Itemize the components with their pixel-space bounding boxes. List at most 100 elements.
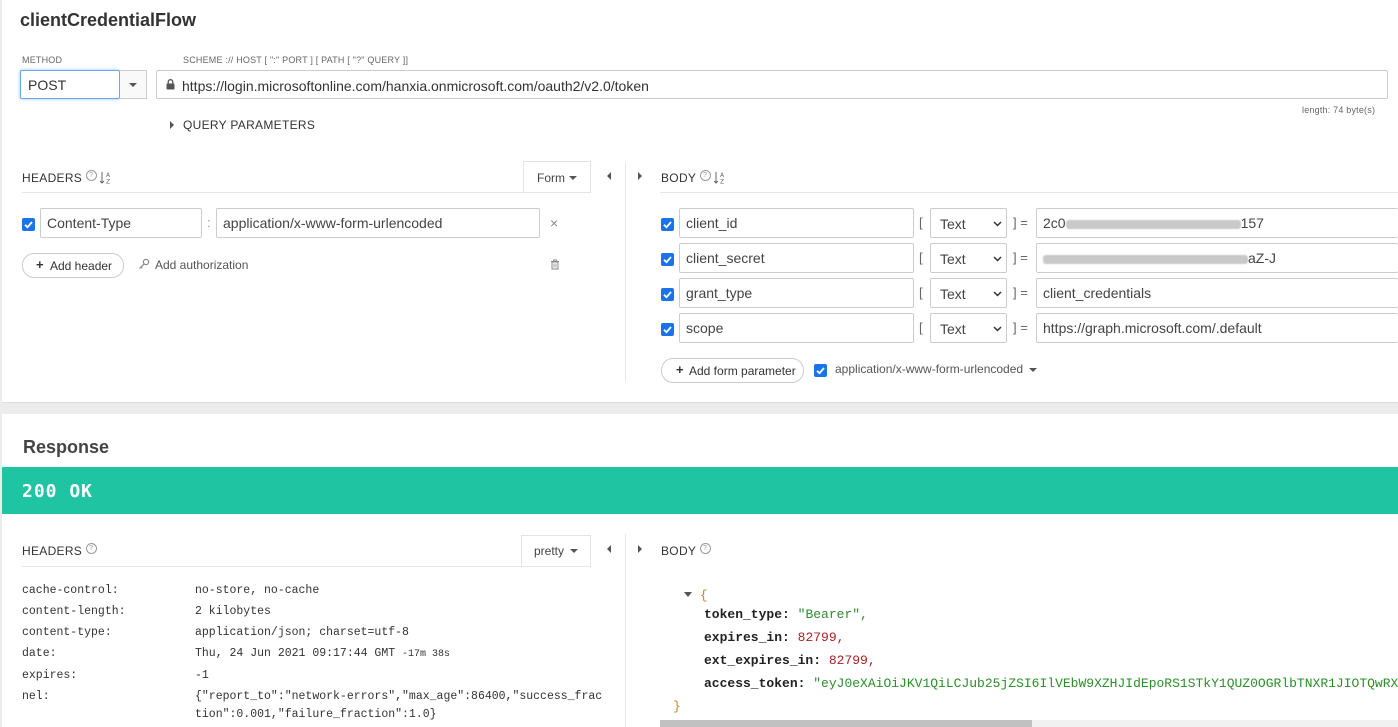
- sort-icon[interactable]: A Z: [100, 171, 112, 186]
- chevron-down-icon: [993, 291, 1002, 297]
- add-authorization-label: Add authorization: [155, 258, 249, 272]
- param-value-input[interactable]: aZ-J: [1036, 243, 1398, 273]
- json-row-ext-expires-in: ext_expires_in: 82799,: [704, 653, 876, 668]
- scrollbar-thumb[interactable]: [660, 720, 1032, 727]
- param-type-select[interactable]: Text: [930, 243, 1007, 273]
- response-format-button[interactable]: pretty: [521, 535, 591, 567]
- json-row-token-type: token_type: "Bearer",: [704, 607, 868, 622]
- param-name-value: client_id: [686, 215, 738, 231]
- param-value-input[interactable]: client_credentials: [1036, 278, 1398, 308]
- add-form-parameter-button[interactable]: + Add form parameter: [661, 358, 804, 383]
- content-type-label: application/x-www-form-urlencoded: [835, 362, 1024, 376]
- param-type-value: Text: [940, 321, 966, 337]
- collapse-left-icon[interactable]: [607, 545, 611, 553]
- check-icon: [663, 326, 672, 334]
- param-type-select[interactable]: Text: [930, 278, 1007, 308]
- param-value-input[interactable]: https://graph.microsoft.com/.default: [1036, 313, 1398, 343]
- header-value-value: application/x-www-form-urlencoded: [223, 215, 443, 231]
- collapse-right-icon[interactable]: [638, 172, 642, 180]
- param-name-value: scope: [686, 320, 724, 336]
- param-type-value: Text: [940, 216, 966, 232]
- check-icon: [663, 256, 672, 264]
- help-icon[interactable]: ?: [699, 170, 711, 181]
- remove-header-icon[interactable]: ×: [550, 215, 558, 231]
- add-form-parameter-label: Add form parameter: [689, 364, 796, 378]
- param-name-input[interactable]: client_secret: [679, 243, 914, 273]
- url-input[interactable]: https://login.microsoftonline.com/hanxia…: [156, 70, 1388, 99]
- param-value-suffix: 157: [1240, 215, 1264, 231]
- content-type-dropdown[interactable]: application/x-www-form-urlencoded: [835, 362, 1040, 376]
- redacted-value: [1065, 219, 1241, 229]
- method-select[interactable]: POST: [20, 70, 120, 99]
- method-label: METHOD: [22, 55, 63, 65]
- param-value-value: client_credentials: [1043, 285, 1152, 301]
- method-value: POST: [28, 77, 67, 93]
- param-value-suffix: aZ-J: [1248, 250, 1276, 266]
- response-header-key: nel:: [22, 690, 50, 703]
- horizontal-scrollbar[interactable]: [660, 720, 1398, 727]
- param-enabled-checkbox[interactable]: [661, 288, 674, 301]
- url-value: https://login.microsoftonline.com/hanxia…: [182, 78, 649, 94]
- sort-icon[interactable]: A Z: [713, 171, 726, 186]
- response-header-key: content-length:: [22, 605, 126, 618]
- headers-mode-label: Form: [537, 171, 565, 185]
- param-enabled-checkbox[interactable]: [661, 253, 674, 266]
- header-name-input[interactable]: Content-Type: [40, 208, 202, 238]
- headers-title: HEADERS: [22, 171, 83, 185]
- check-icon: [816, 367, 825, 375]
- param-enabled-checkbox[interactable]: [661, 323, 674, 336]
- headers-section: HEADERS ? A Z: [22, 170, 112, 186]
- param-name-input[interactable]: client_id: [679, 208, 914, 238]
- date-relative: -17m 38s: [402, 649, 451, 660]
- bracket-open: [: [919, 215, 923, 230]
- help-icon[interactable]: ?: [85, 170, 97, 181]
- json-open: {: [684, 588, 708, 603]
- header-value-input[interactable]: application/x-www-form-urlencoded: [216, 208, 540, 238]
- body-title: BODY: [661, 171, 696, 185]
- key-icon: [139, 258, 150, 269]
- response-title: Response: [23, 437, 110, 457]
- param-value-input[interactable]: 2c0 157: [1036, 208, 1398, 238]
- header-name-value: Content-Type: [47, 215, 132, 231]
- chevron-down-icon: [569, 176, 577, 180]
- bracket-close-equals: ] =: [1013, 320, 1028, 335]
- help-icon[interactable]: ?: [85, 543, 97, 554]
- help-icon[interactable]: ?: [699, 543, 711, 554]
- bracket-open: [: [919, 250, 923, 265]
- bracket-close-equals: ] =: [1013, 215, 1028, 230]
- response-header-value: Thu, 24 Jun 2021 09:17:44 GMT -17m 38s: [195, 647, 450, 660]
- header-enabled-checkbox[interactable]: [22, 218, 35, 231]
- response-header-key: cache-control:: [22, 584, 119, 597]
- lock-icon: [166, 79, 175, 90]
- param-type-select[interactable]: Text: [930, 313, 1007, 343]
- collapse-json-icon[interactable]: [684, 592, 692, 598]
- collapse-left-icon[interactable]: [607, 172, 611, 180]
- bracket-close-equals: ] =: [1013, 250, 1028, 265]
- divider: [22, 566, 589, 567]
- param-value-prefix: 2c0: [1043, 215, 1066, 231]
- add-header-button[interactable]: + Add header: [22, 253, 124, 278]
- status-bar: 200 OK: [2, 467, 1398, 514]
- json-row-expires-in: expires_in: 82799,: [704, 630, 845, 645]
- date-value: Thu, 24 Jun 2021 09:17:44 GMT: [195, 647, 396, 660]
- response-body-title: BODY: [661, 544, 696, 558]
- response-headers-section: HEADERS ?: [22, 543, 97, 558]
- json-row-access-token-clip: access_token: "eyJ0eXAiOiJKV1QiLCJub25jZ…: [704, 676, 1398, 696]
- param-name-input[interactable]: grant_type: [679, 278, 914, 308]
- add-authorization-link[interactable]: Add authorization: [138, 257, 253, 273]
- divider: [22, 192, 589, 193]
- url-length: length: 74 byte(s): [1302, 105, 1376, 115]
- chevron-down-icon: [570, 549, 578, 553]
- method-dropdown-button[interactable]: [120, 70, 147, 99]
- param-type-select[interactable]: Text: [930, 208, 1007, 238]
- param-name-input[interactable]: scope: [679, 313, 914, 343]
- content-type-checkbox[interactable]: [814, 364, 827, 377]
- collapse-right-icon[interactable]: [638, 545, 642, 553]
- divider: [660, 192, 1398, 193]
- pane-divider: [625, 162, 626, 382]
- param-enabled-checkbox[interactable]: [661, 218, 674, 231]
- headers-mode-button[interactable]: Form: [523, 161, 591, 193]
- response-header-key: content-type:: [22, 626, 112, 639]
- response-header-value: 2 kilobytes: [195, 605, 271, 618]
- trash-icon[interactable]: [550, 259, 560, 270]
